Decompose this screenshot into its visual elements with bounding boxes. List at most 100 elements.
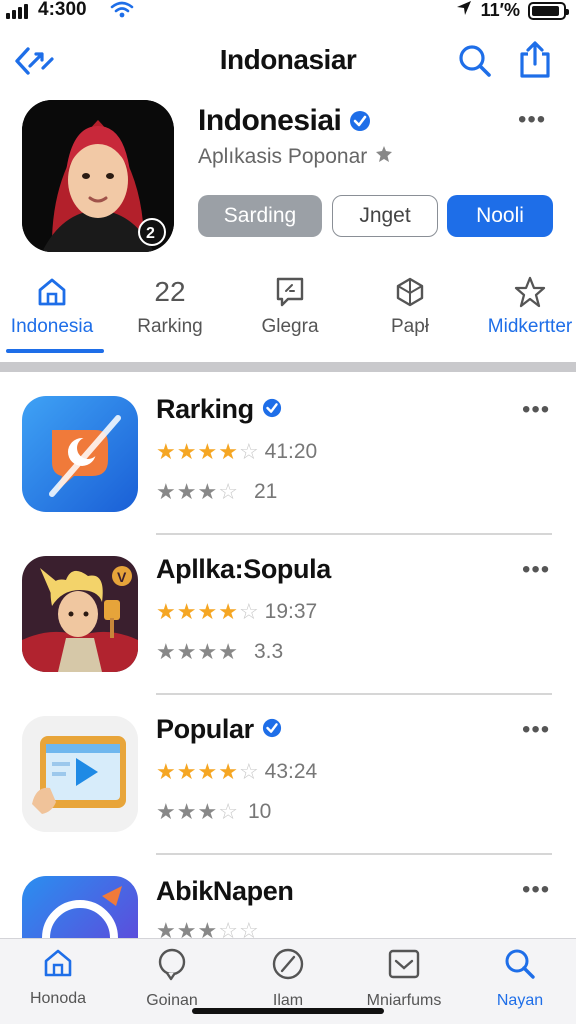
verified-badge-icon <box>349 110 371 132</box>
tab-label: Indonesia <box>10 316 94 337</box>
battery-icon <box>528 1 569 20</box>
divider <box>156 533 552 535</box>
bottom-tab-label: Honoda <box>29 990 87 1007</box>
signal-icon <box>6 4 28 19</box>
app-name-text: Popular <box>156 714 254 744</box>
more-options-button[interactable]: ••• <box>518 106 546 134</box>
app-name: Apllka:Sopula <box>156 554 331 585</box>
rating-text: 19:37 <box>264 600 318 623</box>
app-name: Popular <box>156 714 282 745</box>
tab-label: Papł <box>390 316 430 337</box>
divider <box>156 693 552 695</box>
home-icon <box>36 272 68 312</box>
item-more-button[interactable]: ••• <box>522 876 550 904</box>
star-rating-icon: ★ ★ ★ ★ ☆ <box>156 759 259 784</box>
badge-icon <box>375 145 393 169</box>
tab-rarking[interactable]: 22 Rarking <box>110 272 230 338</box>
tab-papl[interactable]: Papł <box>350 272 470 338</box>
section-divider <box>0 362 576 372</box>
active-tab-indicator <box>6 349 104 353</box>
star-rating-icon: ★ ★ ★ ★ ☆ <box>156 599 259 624</box>
secondary-rating-row: ★ ★ ★ ☆ 10 <box>156 800 271 824</box>
app-title: Indonesiai <box>198 104 371 138</box>
app-subtitle: Aplıkasis Poponar <box>198 145 393 169</box>
star-rating-icon: ★ ★ ★ ★ <box>156 639 238 664</box>
bottom-tab-label: Nayan <box>496 992 544 1009</box>
tab-label: Midkertter <box>487 316 573 337</box>
app-icon-avatar: 2 <box>22 100 174 252</box>
list-item[interactable]: AbikNapen ★ ★ ★ ☆ ☆ ••• <box>0 876 576 938</box>
chat-bubble-icon <box>155 947 189 986</box>
tab-label: Glegra <box>261 316 319 337</box>
svg-text:2: 2 <box>146 225 155 242</box>
bottom-tab-nayan[interactable]: Nayan <box>462 947 576 1010</box>
star-rating-icon: ★ ★ ★ ☆ <box>156 479 238 504</box>
app-icon-aplikasi: V <box>22 556 138 672</box>
tab-midkertter[interactable]: Midkertter <box>470 272 576 338</box>
rating-row: ★ ★ ★ ☆ ☆ <box>156 918 259 939</box>
app-icon-popular <box>22 716 138 832</box>
location-icon <box>455 0 473 22</box>
bottom-tab-label: Goinan <box>146 992 198 1009</box>
home-indicator <box>192 1008 384 1014</box>
secondary-text: 3.3 <box>253 640 284 663</box>
app-name-text: Rarking <box>156 394 254 424</box>
app-icon-abiknapen <box>22 876 138 938</box>
verified-badge-icon <box>262 394 282 425</box>
nooli-button[interactable]: Nooli <box>447 195 553 237</box>
chat-icon <box>274 272 306 312</box>
rating-row: ★ ★ ★ ★ ☆ 19:37 <box>156 600 317 624</box>
tab-number: 22 <box>154 276 186 307</box>
search-icon[interactable] <box>456 42 494 85</box>
list-item[interactable]: Popular ★ ★ ★ ★ ☆ 43:24 ★ ★ ★ ☆ 10 ••• <box>0 714 576 876</box>
secondary-text: 21 <box>253 480 278 503</box>
compass-icon <box>271 947 305 986</box>
rating-text: 41:20 <box>264 440 318 463</box>
bottom-tab-ilam[interactable]: Ilam <box>230 947 346 1010</box>
bottom-tab-honoda[interactable]: Honoda <box>0 947 116 1008</box>
list-item[interactable]: V Apllka:Sopula ★ ★ ★ ★ ☆ 19:37 ★ ★ ★ ★ 3.3 ••• <box>0 554 576 716</box>
status-battery-percent: 11′% <box>480 0 520 20</box>
app-title-text: Indonesiai <box>198 104 342 137</box>
item-more-button[interactable]: ••• <box>522 716 550 744</box>
star-rating-icon: ★ ★ ★ ☆ <box>156 799 238 824</box>
app-name: Rarking <box>156 394 282 425</box>
search-icon <box>503 947 537 986</box>
app-name: AbikNapen <box>156 876 294 907</box>
star-rating-icon: ★ ★ ★ ★ ☆ <box>156 439 259 464</box>
bottom-tab-mniarfums[interactable]: Mniarfums <box>346 947 462 1010</box>
app-subtitle-text: Aplıkasis Poponar <box>198 145 368 168</box>
rating-row: ★ ★ ★ ★ ☆ 41:20 <box>156 440 317 464</box>
home-icon <box>42 947 74 984</box>
list-item[interactable]: Rarking ★ ★ ★ ★ ☆ 41:20 ★ ★ ★ ☆ 21 ••• <box>0 394 576 556</box>
secondary-rating-row: ★ ★ ★ ☆ 21 <box>156 480 277 504</box>
wifi-icon <box>110 0 134 25</box>
tab-label: Rarking <box>137 316 203 337</box>
star-icon <box>513 272 547 312</box>
status-bar: 4:300 11′% <box>0 0 576 24</box>
rating-text: 43:24 <box>264 760 318 783</box>
tab-glegra[interactable]: Glegra <box>230 272 350 338</box>
app-icon-rarking <box>22 396 138 512</box>
cube-icon <box>394 272 426 312</box>
secondary-text: 10 <box>247 800 272 823</box>
inbox-icon <box>387 947 421 986</box>
navigation-bar: Indonasiar <box>0 36 576 86</box>
divider <box>156 853 552 855</box>
item-more-button[interactable]: ••• <box>522 556 550 584</box>
bottom-tab-goinan[interactable]: Goinan <box>114 947 230 1010</box>
verified-badge-icon <box>262 714 282 745</box>
svg-text:V: V <box>117 569 127 585</box>
tab-indonesia[interactable]: Indonesia <box>0 272 112 338</box>
share-icon[interactable] <box>516 40 554 85</box>
app-name-text: AbikNapen <box>156 876 294 906</box>
app-name-text: Apllka:Sopula <box>156 554 331 584</box>
status-time: 4:300 <box>38 0 87 20</box>
sarding-button[interactable]: Sarding <box>198 195 322 237</box>
item-more-button[interactable]: ••• <box>522 396 550 424</box>
star-rating-icon: ★ ★ ★ ☆ ☆ <box>156 918 259 939</box>
number-icon: 22 <box>154 272 185 312</box>
rating-row: ★ ★ ★ ★ ☆ 43:24 <box>156 760 317 784</box>
category-tabs: Indonesia 22 Rarking Glegra Papł Midkert… <box>0 272 576 358</box>
jnget-button[interactable]: Jnget <box>332 195 438 237</box>
